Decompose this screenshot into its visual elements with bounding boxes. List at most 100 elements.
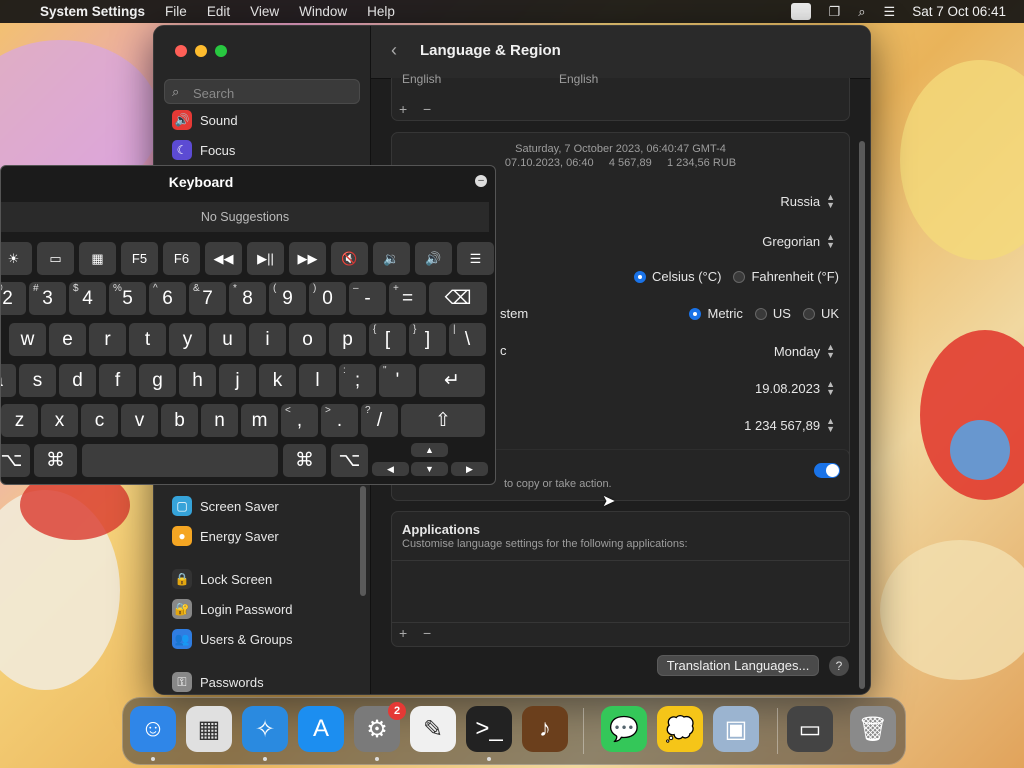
key-num-7[interactable]: (9 — [269, 282, 306, 315]
menu-app-name[interactable]: System Settings — [30, 4, 155, 19]
live-text-toggle[interactable] — [814, 463, 840, 478]
sidebar-item-sound[interactable]: 🔊 Sound — [172, 109, 238, 131]
key-fn-6[interactable]: ▶|| — [247, 242, 284, 275]
key-8-row1[interactable]: p — [329, 323, 366, 356]
key-fn-3[interactable]: F5 — [121, 242, 158, 275]
key-fn-11[interactable]: ☰ — [457, 242, 494, 275]
sidebar-item-passwords[interactable]: ⚿ Passwords — [172, 671, 264, 693]
key-fn-2[interactable]: ▦ — [79, 242, 116, 275]
key-num-2[interactable]: $4 — [69, 282, 106, 315]
celsius-radio[interactable]: Celsius (°C) — [633, 269, 721, 284]
key-2-row1[interactable]: r — [89, 323, 126, 356]
key-option-left[interactable]: ⌥ — [1, 444, 30, 477]
us-radio[interactable]: US — [754, 306, 791, 321]
key-2-row3[interactable]: c — [81, 404, 118, 437]
key-fn-10[interactable]: 🔊 — [415, 242, 452, 275]
number-format-popup[interactable]: 1 234 567,89 ▲ ▼ — [744, 417, 835, 434]
key-0-row2[interactable]: a — [1, 364, 16, 397]
key-9-row2[interactable]: :; — [339, 364, 376, 397]
sidebar-scrollbar[interactable] — [360, 486, 366, 596]
key-num-6[interactable]: * 8 — [229, 282, 266, 315]
trash-icon[interactable]: 🗑 — [850, 706, 896, 752]
help-button[interactable]: ? — [829, 656, 849, 676]
key-num-3[interactable]: % 5 — [109, 282, 146, 315]
key-space[interactable] — [82, 444, 278, 477]
minimize-window-button[interactable] — [195, 45, 207, 57]
key-4-row3[interactable]: b — [161, 404, 198, 437]
key-arrow-down[interactable]: ▼ — [411, 462, 448, 476]
key-num-4[interactable]: ^ 6 — [149, 282, 186, 315]
key-10-row2[interactable]: " ' — [379, 364, 416, 397]
menu-file[interactable]: File — [155, 4, 197, 19]
preview-icon[interactable]: ▣ — [713, 706, 759, 752]
key-num-5[interactable]: & 7 — [189, 282, 226, 315]
metric-radio[interactable]: Metric — [689, 306, 743, 321]
key-num-0[interactable]: @2 — [1, 282, 26, 315]
key-11-row1[interactable]: | \ — [449, 323, 486, 356]
guitar-icon[interactable]: ♪ — [522, 706, 568, 752]
speech-bubble-icon[interactable]: 💭 — [657, 706, 703, 752]
key-5-row1[interactable]: u — [209, 323, 246, 356]
key-8-row2[interactable]: l — [299, 364, 336, 397]
key-command-right[interactable]: ⌘ — [283, 444, 326, 477]
key-10-row1[interactable]: }] — [409, 323, 446, 356]
spotlight-search-icon[interactable]: ⌕ — [858, 4, 865, 20]
key-4-row1[interactable]: y — [169, 323, 206, 356]
key-1-row2[interactable]: s — [19, 364, 56, 397]
key-1-row1[interactable]: e — [49, 323, 86, 356]
close-window-button[interactable] — [175, 45, 187, 57]
key-5-row2[interactable]: h — [179, 364, 216, 397]
control-center-icon[interactable]: ☰ — [884, 4, 896, 20]
key-fn-1[interactable]: ▭ — [37, 242, 74, 275]
calendar-popup[interactable]: Gregorian ▲ ▼ — [762, 233, 835, 250]
fahrenheit-radio[interactable]: Fahrenheit (°F) — [733, 269, 839, 284]
sidebar-item-lock-screen[interactable]: 🔒 Lock Screen — [172, 568, 272, 590]
key-fn-5[interactable]: ◀◀ — [205, 242, 242, 275]
key-5-row3[interactable]: n — [201, 404, 238, 437]
menu-edit[interactable]: Edit — [197, 4, 240, 19]
key-6-row3[interactable]: m — [241, 404, 278, 437]
key-9-row1[interactable]: {[ — [369, 323, 406, 356]
first-day-popup[interactable]: Monday ▲ ▼ — [774, 343, 835, 360]
key-4-row2[interactable]: g — [139, 364, 176, 397]
finder-icon[interactable]: ☺ — [130, 706, 176, 752]
remove-language-button[interactable]: − — [423, 101, 431, 117]
date-format-popup[interactable]: 19.08.2023 ▲ ▼ — [755, 380, 835, 397]
menu-view[interactable]: View — [240, 4, 289, 19]
key-10-row3[interactable]: ⇧ — [401, 404, 485, 437]
sidebar-item-users-groups[interactable]: 👥 Users & Groups — [172, 628, 292, 650]
region-popup[interactable]: Russia ▲ ▼ — [780, 193, 835, 210]
search-field[interactable]: ⌕ — [164, 79, 360, 104]
messages-icon[interactable]: 💬 — [601, 706, 647, 752]
menu-window[interactable]: Window — [289, 4, 357, 19]
window-icon[interactable]: ▭ — [787, 706, 833, 752]
key-0-row3[interactable]: z — [1, 404, 38, 437]
back-chevron-icon[interactable]: ‹ — [391, 40, 397, 61]
sidebar-item-energy-saver[interactable]: ● Energy Saver — [172, 525, 279, 547]
terminal-icon[interactable]: >_ — [466, 706, 512, 752]
key-fn-8[interactable]: 🔇 — [331, 242, 368, 275]
safari-icon[interactable]: ✧ — [242, 706, 288, 752]
key-fn-0[interactable]: ☀ — [1, 242, 32, 275]
key-6-row1[interactable]: i — [249, 323, 286, 356]
launchpad-icon[interactable]: ▦ — [186, 706, 232, 752]
zoom-window-button[interactable] — [215, 45, 227, 57]
key-11-row2[interactable]: ↵ — [419, 364, 485, 397]
content-scrollbar[interactable] — [859, 141, 865, 689]
preferred-language-name[interactable]: English — [402, 72, 441, 86]
key-num-10[interactable]: + = — [389, 282, 426, 315]
key-num-8[interactable]: ) 0 — [309, 282, 346, 315]
key-1-row3[interactable]: x — [41, 404, 78, 437]
key-num-9[interactable]: – - — [349, 282, 386, 315]
add-application-button[interactable]: + — [399, 625, 407, 641]
key-2-row2[interactable]: d — [59, 364, 96, 397]
key-3-row2[interactable]: f — [99, 364, 136, 397]
key-arrow-up[interactable]: ▲ — [411, 443, 448, 457]
key-arrow-right[interactable]: ▶ — [451, 462, 488, 476]
input-source-icon[interactable]: A — [791, 3, 811, 20]
key-3-row3[interactable]: v — [121, 404, 158, 437]
key-8-row3[interactable]: >. — [321, 404, 358, 437]
key-0-row1[interactable]: w — [9, 323, 46, 356]
app-store-icon[interactable]: A — [298, 706, 344, 752]
remove-application-button[interactable]: − — [423, 625, 431, 641]
